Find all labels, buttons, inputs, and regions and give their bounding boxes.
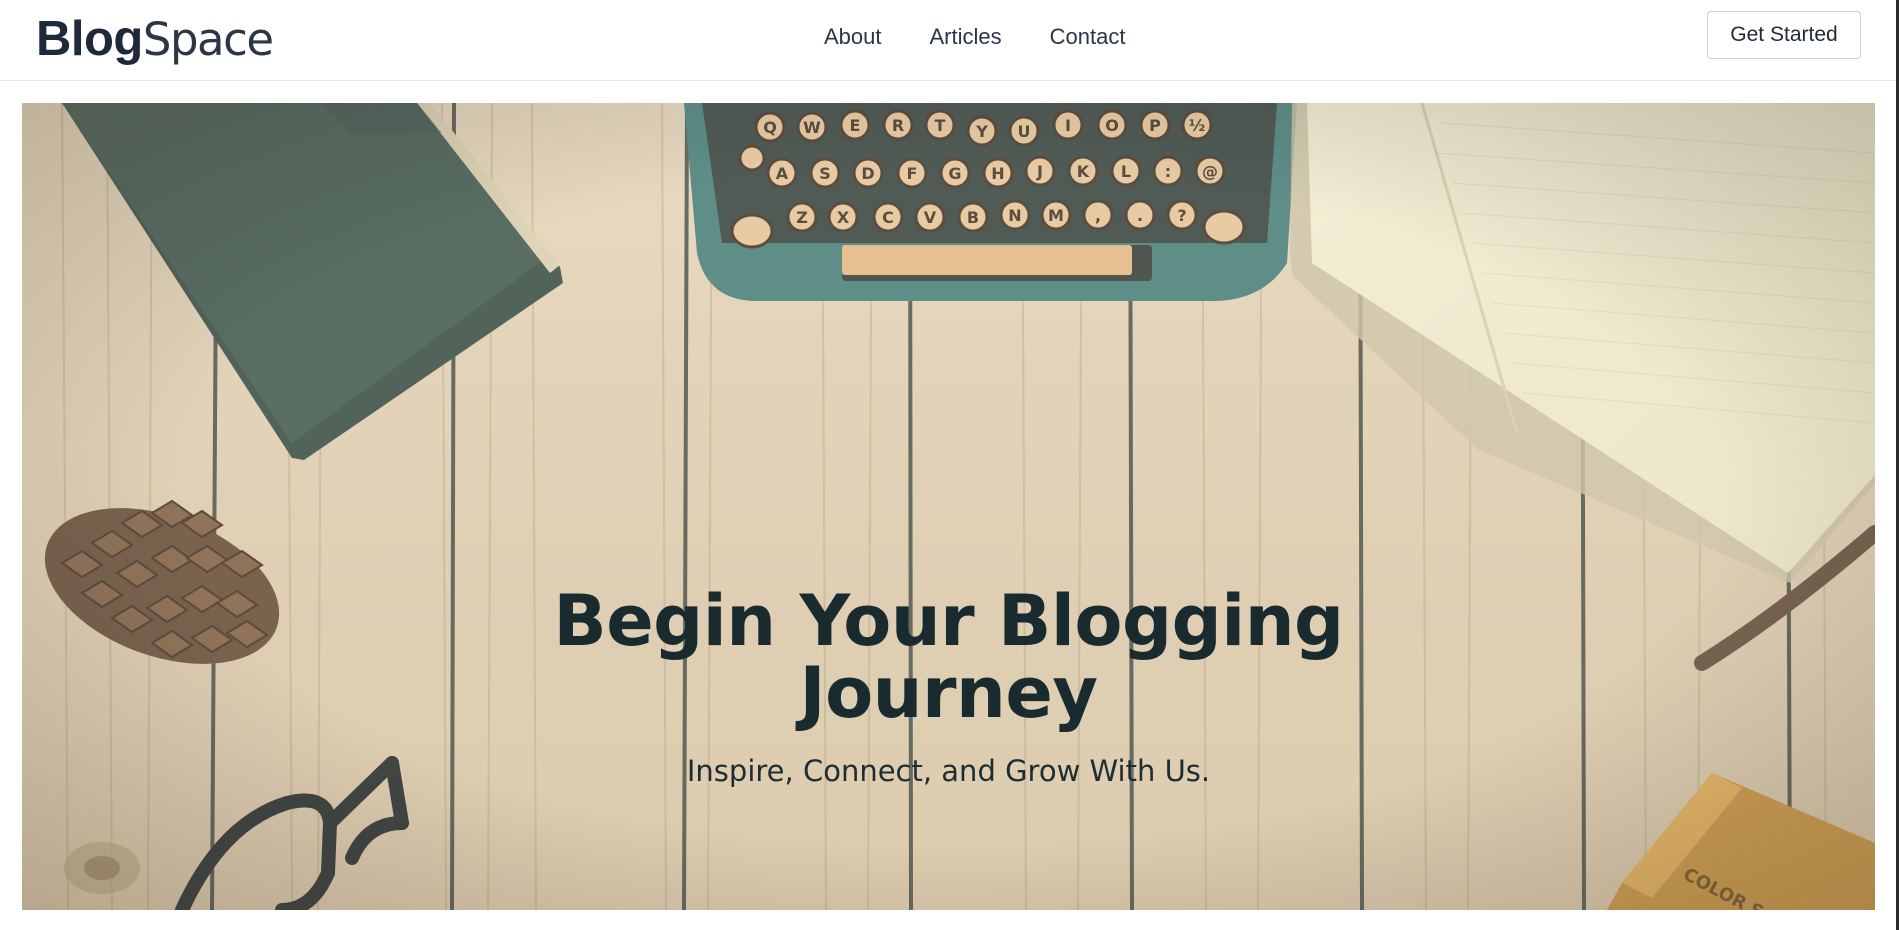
logo-light-text: Space [142,13,274,66]
nav-link-articles[interactable]: Articles [930,22,1002,52]
hero-title-line-2: Journey [799,652,1098,734]
logo-bold-text: Blog [36,12,143,66]
hero-subtitle: Inspire, Connect, and Grow With Us. [686,754,1211,788]
get-started-button[interactable]: Get Started [1707,11,1861,59]
nav-link-contact[interactable]: Contact [1050,22,1126,52]
main-nav: About Articles Contact [824,22,1125,52]
hero-title-line-1: Begin Your Blogging [553,580,1344,662]
site-header: Blog Space About Articles Contact Get Sta… [0,0,1899,81]
hero-banner: QWE RTY UIO P½ ASD FGH JKL :@ ZXC VBN M,… [22,103,1875,910]
logo[interactable]: Blog Space [36,12,274,66]
hero-background-image: QWE RTY UIO P½ ASD FGH JKL :@ ZXC VBN M,… [22,103,1875,910]
hero-title: Begin Your Blogging Journey [22,585,1875,729]
nav-link-about[interactable]: About [824,22,882,52]
